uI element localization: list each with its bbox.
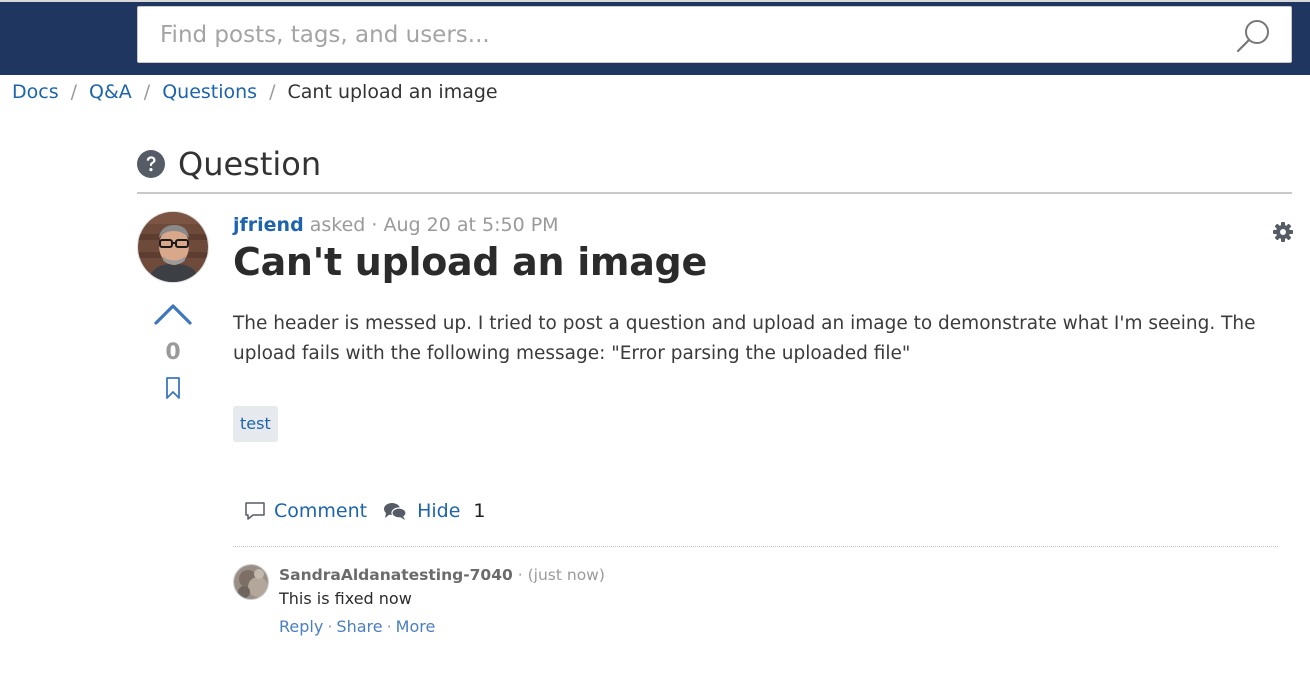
author-avatar-image xyxy=(138,212,208,282)
question-timestamp: Aug 20 at 5:50 PM xyxy=(383,214,559,236)
breadcrumb-current: Cant upload an image xyxy=(287,81,498,103)
question-title: Can't upload an image xyxy=(233,240,707,284)
comment-button[interactable]: Comment xyxy=(244,500,367,522)
search-input[interactable] xyxy=(138,7,1228,62)
comment-actions: Reply · Share · More xyxy=(279,617,435,636)
breadcrumb-questions[interactable]: Questions xyxy=(162,81,257,103)
action-separator: · xyxy=(327,617,333,636)
author-link[interactable]: jfriend xyxy=(233,214,304,236)
gear-icon[interactable] xyxy=(1272,221,1294,243)
bookmark-icon[interactable] xyxy=(164,376,182,400)
meta-separator: · xyxy=(517,566,523,584)
more-link[interactable]: More xyxy=(396,617,436,636)
breadcrumb-docs[interactable]: Docs xyxy=(12,81,59,103)
question-meta: jfriend asked · Aug 20 at 5:50 PM xyxy=(233,214,559,236)
comment-time: (just now) xyxy=(527,566,605,584)
section-title: Question xyxy=(178,145,322,183)
breadcrumb-qa[interactable]: Q&A xyxy=(89,81,132,103)
comment-meta: SandraAldanatesting-7040 · (just now) xyxy=(279,566,605,584)
search-box xyxy=(137,6,1292,63)
hide-label: Hide xyxy=(417,500,461,522)
comment-label: Comment xyxy=(274,500,368,522)
question-actions: Comment Hide 1 xyxy=(244,497,486,525)
breadcrumb-separator: / xyxy=(143,81,151,103)
tag-test[interactable]: test xyxy=(233,406,278,442)
author-avatar[interactable] xyxy=(137,211,209,283)
asked-label: asked xyxy=(309,214,366,236)
comment-count: 1 xyxy=(473,500,486,522)
commenter-avatar[interactable] xyxy=(233,564,269,600)
section-header: Question xyxy=(137,144,1292,194)
comment-text: This is fixed now xyxy=(279,589,412,608)
vote-count: 0 xyxy=(165,340,181,365)
breadcrumb-separator: / xyxy=(269,81,276,103)
top-header-bar xyxy=(0,0,1310,75)
commenter-name[interactable]: SandraAldanatesting-7040 xyxy=(279,566,513,584)
search-icon[interactable] xyxy=(1235,17,1273,55)
breadcrumb-separator: / xyxy=(70,81,78,103)
question-circle-icon xyxy=(137,150,165,178)
upvote-chevron-icon[interactable] xyxy=(153,301,193,327)
question-body: The header is messed up. I tried to post… xyxy=(233,313,1256,364)
comments-divider xyxy=(233,546,1278,547)
comment-icon xyxy=(245,502,265,520)
action-separator: · xyxy=(386,617,392,636)
meta-separator: · xyxy=(371,214,378,236)
commenter-avatar-image xyxy=(234,565,268,599)
breadcrumb: Docs / Q&A / Questions / Cant upload an … xyxy=(12,79,498,105)
comments-icon xyxy=(384,503,407,520)
hide-comments-button[interactable]: Hide xyxy=(367,500,460,522)
share-link[interactable]: Share xyxy=(336,617,382,636)
reply-link[interactable]: Reply xyxy=(279,617,323,636)
